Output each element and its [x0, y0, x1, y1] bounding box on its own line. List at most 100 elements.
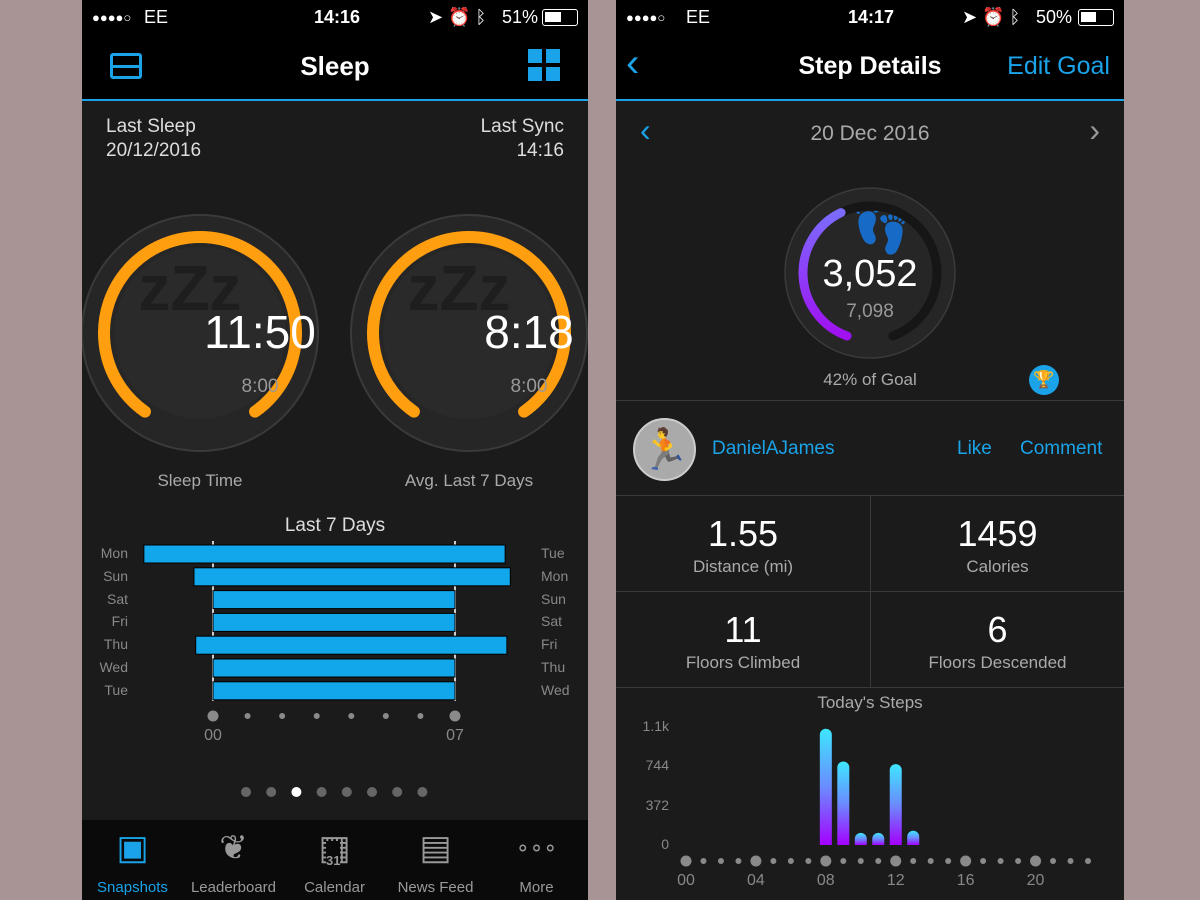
day-label-left: Sun	[103, 567, 128, 584]
y-tick-label: 372	[645, 796, 669, 813]
page-dot	[241, 787, 251, 797]
tab-label: Snapshots	[97, 879, 168, 896]
like-button[interactable]: Like	[957, 438, 992, 460]
day-label-right: Wed	[541, 681, 570, 698]
stat-label: Floors Climbed	[685, 653, 801, 672]
hour-dot	[960, 855, 972, 867]
hour-dot	[348, 713, 355, 719]
hour-dot	[875, 858, 882, 864]
sleep-bar	[212, 590, 456, 610]
sleep-bar	[193, 567, 511, 587]
laurel-icon: ❦	[219, 829, 248, 867]
hour-dot	[1067, 858, 1074, 864]
day-label-left: Sat	[106, 590, 128, 607]
snapshots-icon: ▣	[116, 829, 149, 867]
newspaper-icon: ▤	[419, 829, 452, 867]
y-tick-label: 1.1k	[642, 718, 669, 734]
sleep-bar	[212, 658, 456, 678]
hour-dot	[927, 858, 934, 864]
y-tick-label: 0	[661, 836, 669, 852]
day-label-right: Mon	[541, 567, 569, 584]
stat-cell: 1.55 Distance (mi)	[616, 495, 870, 591]
calendar-day: 31	[326, 841, 341, 881]
page-dot	[367, 787, 377, 797]
hour-dot	[1015, 858, 1022, 864]
day-label-left: Thu	[103, 636, 128, 653]
page-dot	[266, 787, 277, 797]
hour-dot	[1030, 855, 1042, 867]
calendar-icon: ▦31	[284, 828, 385, 881]
hour-dot	[1050, 858, 1057, 864]
sleep-screen: ●●●●○ EE 14:16 ➤ ⏰ ᛒ 51% Sleep Last Slee…	[82, 0, 588, 900]
stat-label: Calories	[966, 557, 1029, 576]
tab-label: Leaderboard	[190, 879, 277, 896]
tab-more[interactable]: ∘∘∘ More	[486, 828, 587, 900]
day-label-right: Thu	[541, 659, 566, 675]
sleep-time-value: 11:50	[204, 306, 316, 358]
day-label-right: Tue	[541, 545, 565, 561]
hour-dot	[945, 858, 952, 864]
chart-title: Last 7 Days	[284, 515, 386, 536]
x-tick-label: 20	[1026, 872, 1045, 889]
stat-value: 1.55	[707, 513, 779, 554]
step-bar	[854, 832, 867, 845]
x-tick-label: 12	[886, 872, 905, 889]
user-name-link[interactable]: DanielAJames	[712, 438, 835, 460]
stat-cell: 11 Floors Climbed	[616, 591, 870, 687]
page-dot	[417, 787, 428, 797]
hour-dot	[770, 858, 777, 864]
page-dot	[291, 787, 302, 797]
tab-leaderboard[interactable]: ❦ Leaderboard	[183, 828, 284, 900]
sleep-time-label: Sleep Time	[157, 471, 243, 490]
divider	[616, 400, 1124, 401]
step-bar	[837, 761, 850, 845]
sleep-time-goal: 8:00	[241, 376, 279, 397]
tab-calendar[interactable]: ▦31Calendar	[284, 828, 385, 900]
x-tick-label: 16	[956, 872, 975, 889]
sleep-bar	[143, 544, 506, 564]
steps-value: 3,052	[822, 253, 918, 295]
x-tick-label: 04	[747, 872, 765, 889]
hour-dot	[244, 713, 251, 719]
hour-dot	[857, 858, 864, 864]
hour-dot	[787, 858, 794, 864]
day-label-right: Sat	[541, 613, 563, 630]
stat-label: Distance (mi)	[692, 557, 794, 576]
step-bar	[872, 832, 885, 845]
stat-value: 11	[724, 609, 762, 650]
day-label-left: Wed	[99, 659, 128, 675]
x-tick-label: 00	[677, 872, 695, 889]
chart-title: Today's Steps	[817, 693, 923, 712]
hour-dot	[840, 858, 847, 864]
day-label-left: Mon	[100, 545, 128, 561]
tab-news-feed[interactable]: ▤ News Feed	[385, 828, 486, 900]
tab-snapshots[interactable]: ▣ Snapshots	[82, 828, 183, 900]
hour-dot	[1085, 858, 1091, 864]
day-label-left: Fri	[111, 613, 128, 630]
step-bar	[907, 830, 920, 845]
hour-dot	[890, 855, 902, 867]
trophy-icon[interactable]: 🏆	[1029, 365, 1059, 395]
hour-dot	[997, 858, 1004, 864]
hour-dot	[417, 713, 424, 719]
sleep-rings-and-chart: zZz zZz	[82, 214, 588, 797]
hour-dot	[735, 858, 742, 864]
stat-label: Floors Descended	[928, 653, 1067, 672]
sleep-bar	[195, 635, 508, 655]
hour-dot	[750, 855, 762, 867]
avatar[interactable]: 🏃	[633, 418, 696, 481]
tab-label: More	[519, 879, 554, 896]
day-label-left: Tue	[104, 681, 128, 698]
day-label-right: Fri	[541, 636, 558, 653]
comment-button[interactable]: Comment	[1020, 438, 1102, 460]
stat-cell: 6 Floors Descended	[870, 591, 1124, 687]
more-icon: ∘∘∘	[515, 835, 558, 860]
stat-value: 1459	[957, 513, 1038, 554]
stat-value: 6	[987, 609, 1008, 650]
stat-cell: 1459 Calories	[870, 495, 1124, 591]
steps-goal: 7,098	[846, 301, 894, 322]
step-bar	[819, 728, 832, 845]
hour-dot	[910, 858, 917, 864]
x-tick-label: 00	[204, 727, 222, 744]
avg-sleep-label: Avg. Last 7 Days	[404, 471, 534, 490]
